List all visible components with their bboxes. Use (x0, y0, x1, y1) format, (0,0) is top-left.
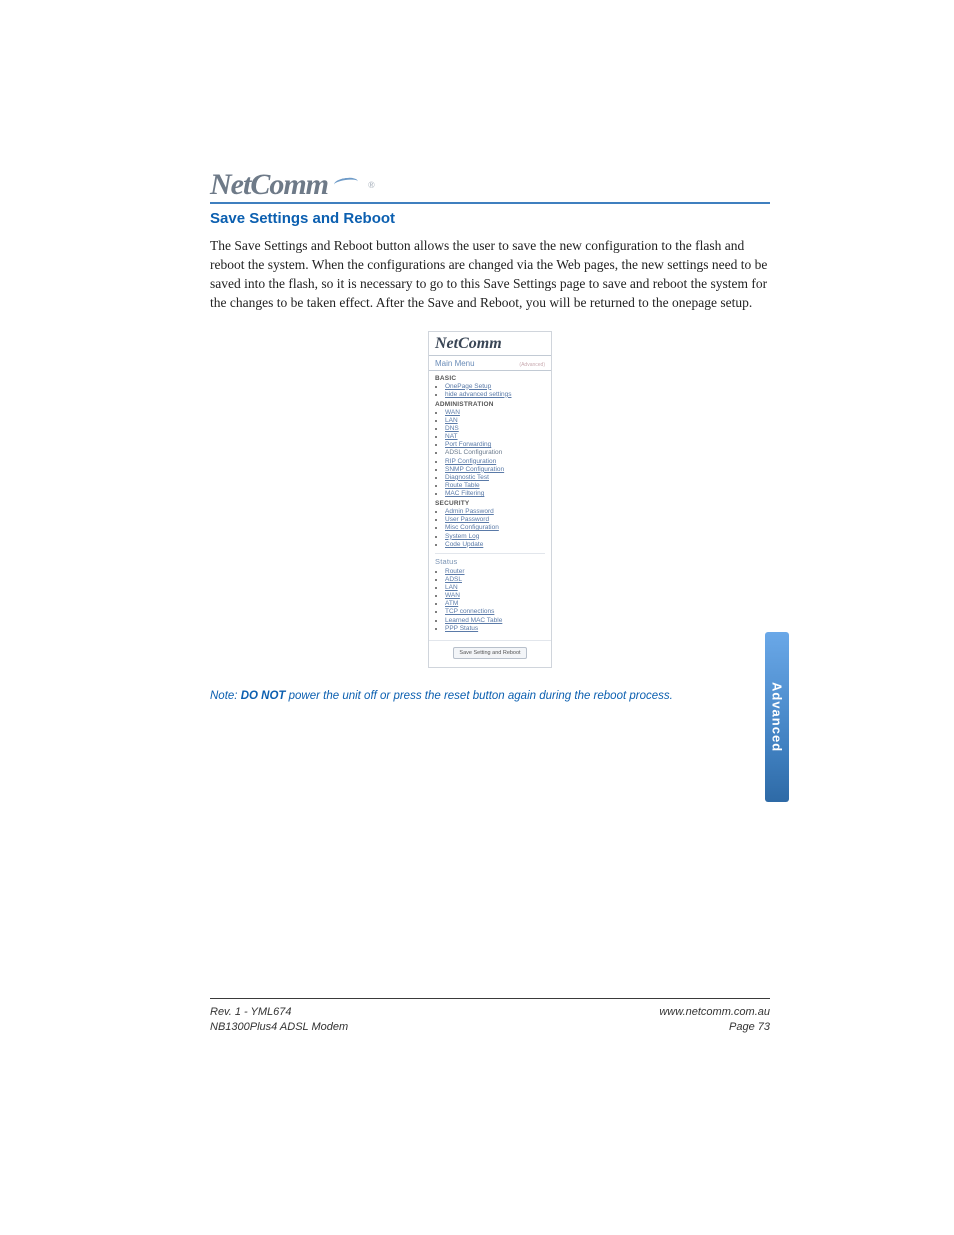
brand-registered-mark: ® (368, 180, 375, 190)
mini-header-basic: BASIC (435, 375, 545, 382)
list-item[interactable]: SNMP Configuration (445, 466, 545, 474)
list-item[interactable]: Port Forwarding (445, 441, 545, 449)
list-item[interactable]: TCP connections (445, 608, 545, 616)
mini-header-status: Status (435, 553, 545, 567)
list-item[interactable]: LAN (445, 584, 545, 592)
footer-rule (210, 998, 770, 999)
page-content: NetComm ® Save Settings and Reboot The S… (210, 170, 770, 702)
list-item[interactable]: Admin Password (445, 508, 545, 516)
mini-header: NetComm (429, 332, 551, 355)
list-item[interactable]: Route Table (445, 482, 545, 490)
mini-main-menu-sub: (Advanced) (519, 362, 545, 368)
note-emphasis: DO NOT (241, 690, 286, 702)
brand-logo: NetComm ® (210, 170, 770, 200)
footer-row: Rev. 1 - YML674 NB1300Plus4 ADSL Modem w… (210, 1005, 770, 1035)
header-rule (210, 202, 770, 204)
footer-product: NB1300Plus4 ADSL Modem (210, 1020, 348, 1035)
list-item[interactable]: NAT (445, 433, 545, 441)
footer-page: Page 73 (659, 1020, 770, 1035)
side-tab-label: Advanced (770, 682, 785, 752)
mini-main-menu-label: Main Menu (435, 359, 475, 368)
list-item[interactable]: RIP Configuration (445, 458, 545, 466)
list-item[interactable]: ATM (445, 600, 545, 608)
embedded-screenshot: NetComm Main Menu (Advanced) BASIC OnePa… (210, 331, 770, 668)
mini-list-security: Admin Password User Password Misc Config… (435, 508, 545, 549)
list-item[interactable]: System Log (445, 533, 545, 541)
mini-header-security: SECURITY (435, 500, 545, 507)
brand-name: NetComm (210, 170, 328, 200)
footer-url: www.netcomm.com.au (659, 1005, 770, 1020)
list-item[interactable]: ADSL (445, 576, 545, 584)
list-item[interactable]: OnePage Setup (445, 383, 545, 391)
list-item[interactable]: Learned MAC Table (445, 617, 545, 625)
mini-section-basic: BASIC OnePage Setup hide advanced settin… (429, 371, 551, 636)
section-body: The Save Settings and Reboot button allo… (210, 237, 770, 313)
mini-main-menu-row: Main Menu (Advanced) (429, 356, 551, 370)
list-item[interactable]: Code Update (445, 541, 545, 549)
side-tab-advanced: Advanced (765, 632, 789, 802)
footer-rev: Rev. 1 - YML674 (210, 1005, 348, 1020)
list-item[interactable]: hide advanced settings (445, 391, 545, 399)
save-reboot-button[interactable]: Save Setting and Reboot (453, 647, 526, 659)
mini-logo: NetComm (435, 335, 502, 352)
footer-left: Rev. 1 - YML674 NB1300Plus4 ADSL Modem (210, 1005, 348, 1035)
note-rest: power the unit off or press the reset bu… (285, 690, 672, 702)
footer-right: www.netcomm.com.au Page 73 (659, 1005, 770, 1035)
list-item[interactable]: User Password (445, 516, 545, 524)
list-item[interactable]: Router (445, 568, 545, 576)
note-line: Note: DO NOT power the unit off or press… (210, 690, 770, 702)
mini-list-basic: OnePage Setup hide advanced settings (435, 383, 545, 399)
mini-list-admin: WAN LAN DNS NAT Port Forwarding ADSL Con… (435, 409, 545, 498)
list-item[interactable]: LAN (445, 417, 545, 425)
page-footer: Rev. 1 - YML674 NB1300Plus4 ADSL Modem w… (210, 998, 770, 1035)
list-item[interactable]: MAC Filtering (445, 490, 545, 498)
list-item[interactable]: ADSL Configuration (445, 449, 545, 457)
list-item[interactable]: PPP Status (445, 625, 545, 633)
list-item[interactable]: DNS (445, 425, 545, 433)
mini-header-admin: ADMINISTRATION (435, 401, 545, 408)
mini-menu-panel: NetComm Main Menu (Advanced) BASIC OnePa… (428, 331, 552, 668)
mini-button-row: Save Setting and Reboot (429, 640, 551, 667)
list-item[interactable]: Diagnostic Test (445, 474, 545, 482)
list-item[interactable]: WAN (445, 409, 545, 417)
note-prefix: Note: (210, 690, 241, 702)
brand-swoosh-icon (334, 178, 362, 192)
section-title: Save Settings and Reboot (210, 210, 770, 227)
mini-list-status: Router ADSL LAN WAN ATM TCP connections … (435, 568, 545, 633)
list-item[interactable]: Misc Configuration (445, 524, 545, 532)
list-item[interactable]: WAN (445, 592, 545, 600)
